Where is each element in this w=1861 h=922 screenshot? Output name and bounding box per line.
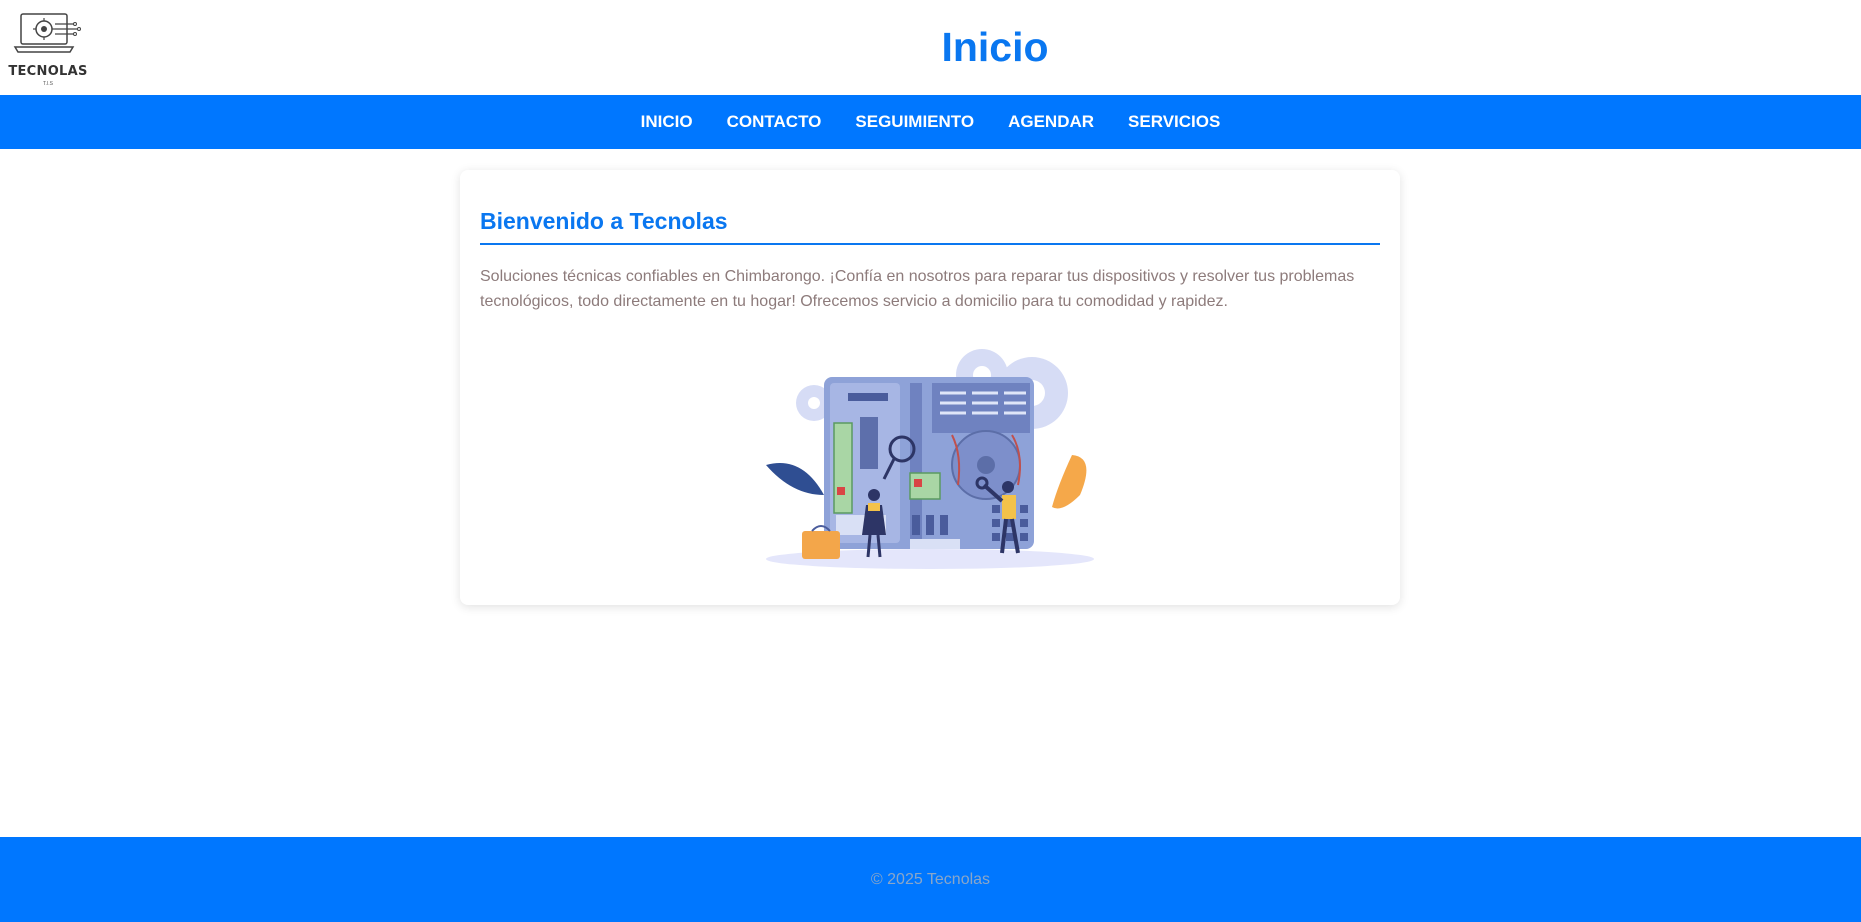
site-footer: © 2025 Tecnolas (0, 837, 1861, 922)
welcome-heading: Bienvenido a Tecnolas (480, 208, 728, 234)
nav-item-contacto[interactable]: CONTACTO (727, 112, 822, 132)
nav-item-servicios[interactable]: SERVICIOS (1128, 112, 1220, 132)
nav-item-agendar[interactable]: AGENDAR (1008, 112, 1094, 132)
copyright-text: © 2025 Tecnolas (870, 871, 991, 888)
heading-divider (480, 243, 1380, 245)
page-title: Inicio (941, 24, 1049, 70)
motherboard-repair-illustration (766, 349, 1094, 569)
logo-subtext: T.I.S (42, 81, 53, 87)
nav-item-seguimiento[interactable]: SEGUIMIENTO (855, 112, 974, 132)
main-nav: INICIO CONTACTO SEGUIMIENTO AGENDAR SERV… (0, 95, 1861, 149)
nav-item-inicio[interactable]: INICIO (641, 112, 693, 132)
welcome-paragraph: Soluciones técnicas confiables en Chimba… (480, 268, 1355, 310)
site-header: TECNOLAS T.I.S Inicio (0, 0, 1861, 95)
welcome-card: Bienvenido a Tecnolas Soluciones técnica… (460, 170, 1400, 605)
